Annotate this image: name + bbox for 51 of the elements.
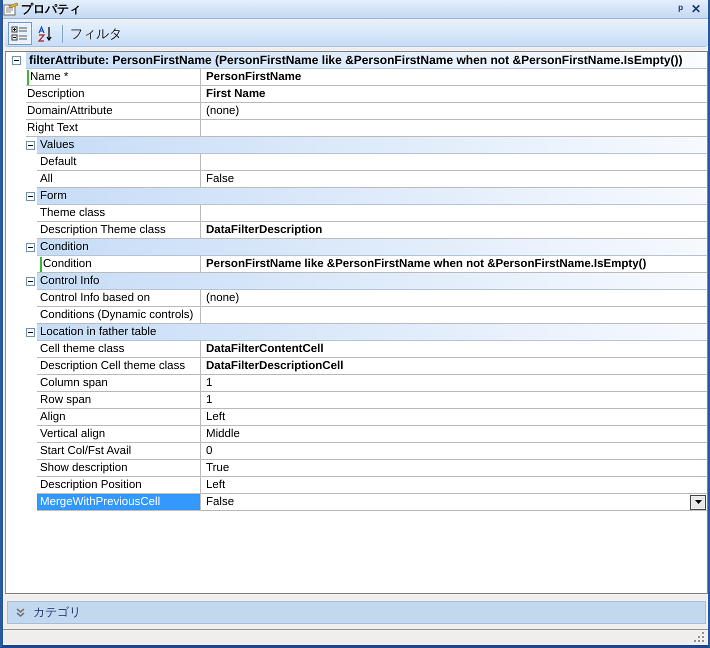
property-name[interactable]: Description [26,86,201,103]
categorized-button[interactable] [8,22,32,45]
property-value[interactable]: True [201,460,707,477]
property-value[interactable]: Left [201,409,707,426]
category-header[interactable]: Values [37,137,707,154]
collapse-icon[interactable] [26,141,35,150]
property-name[interactable]: Show description [37,460,201,477]
property-value[interactable]: Middle [201,426,707,443]
pin-button[interactable]: ᵖ [675,2,686,16]
category-header[interactable]: Location in father table [37,324,707,341]
collapse-icon[interactable] [26,277,35,286]
property-value[interactable]: 0 [201,443,707,460]
property-value[interactable]: 1 [201,392,707,409]
property-value[interactable]: False [201,494,707,511]
category-bar[interactable]: カテゴリ [7,601,706,624]
property-name[interactable]: Column span [37,375,201,392]
window-title: プロパティ [21,0,81,18]
property-name[interactable]: Start Col/Fst Avail [37,443,201,460]
filter-button[interactable]: フィルタ [67,24,125,42]
category-header[interactable]: Control Info [37,273,707,290]
property-name[interactable]: Cell theme class [37,341,201,358]
caret-icon [694,500,702,504]
property-value[interactable]: (none) [201,290,707,307]
property-name[interactable]: Align [37,409,201,426]
properties-icon [3,2,19,16]
property-name[interactable]: Control Info based on [37,290,201,307]
property-value[interactable]: (none) [201,103,707,120]
category-bar-label: カテゴリ [33,604,81,621]
property-name[interactable]: Domain/Attribute [26,103,201,120]
property-name[interactable]: Description Cell theme class [37,358,201,375]
close-button[interactable]: ✕ [688,2,704,16]
resize-grip-icon [694,632,704,642]
dropdown-button[interactable] [690,494,706,510]
property-name[interactable]: Name * [26,69,201,86]
property-name[interactable]: Theme class [37,205,201,222]
property-value[interactable]: First Name [201,86,707,103]
property-value[interactable]: DataFilterContentCell [201,341,707,358]
property-name[interactable]: Row span [37,392,201,409]
property-value[interactable]: 1 [201,375,707,392]
property-name[interactable]: Vertical align [37,426,201,443]
category-header[interactable]: Condition [37,239,707,256]
category-header[interactable]: Form [37,188,707,205]
category-header[interactable]: filterAttribute: PersonFirstName (PersonFirstName like &PersonFirstName when not &PersonFirstName.IsEmpty()) [26,52,707,69]
collapse-icon[interactable] [12,56,20,65]
property-value[interactable]: DataFilterDescriptionCell [201,358,707,375]
collapse-icon[interactable] [26,243,35,252]
collapse-icon[interactable] [26,328,35,337]
property-value[interactable]: Left [201,477,707,494]
property-name[interactable]: Default [37,154,201,171]
collapse-icon[interactable] [26,192,35,201]
property-value[interactable]: PersonFirstName [201,69,707,86]
